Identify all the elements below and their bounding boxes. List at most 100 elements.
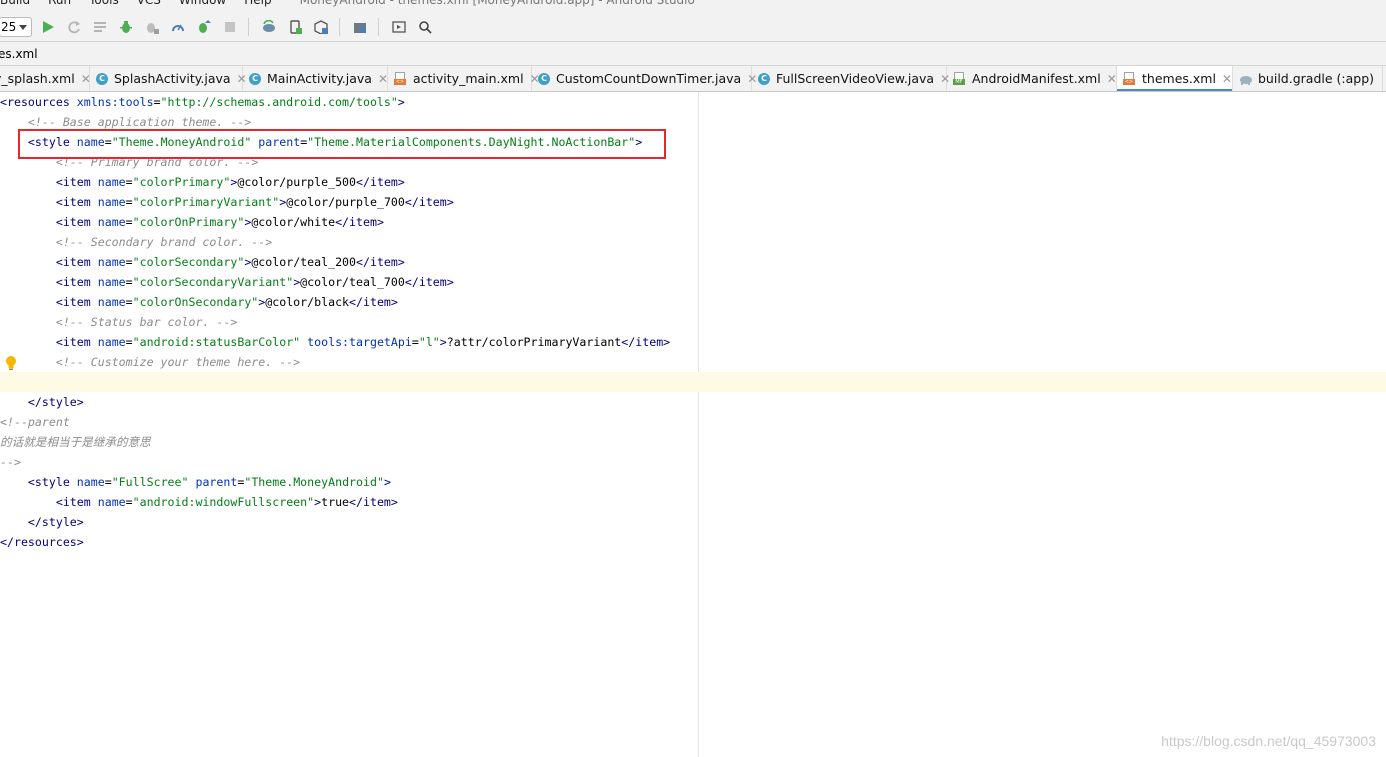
- code-line[interactable]: <!-- Primary brand color. -->: [0, 152, 1386, 172]
- code-line[interactable]: <item name="colorSecondary">@color/teal_…: [0, 252, 1386, 272]
- lightbulb-icon[interactable]: [5, 355, 17, 371]
- menu-item[interactable]: Build: [0, 0, 30, 7]
- code-token: =: [125, 295, 133, 309]
- sdk-manager-button[interactable]: [311, 17, 331, 37]
- run-with-coverage-button[interactable]: [194, 17, 214, 37]
- profile-button[interactable]: [168, 17, 188, 37]
- breadcrumb-file[interactable]: es.xml: [0, 47, 38, 61]
- code-line[interactable]: <!-- Secondary brand color. -->: [0, 232, 1386, 252]
- code-token: >: [439, 335, 447, 349]
- editor-tab[interactable]: y_splash.xml ✕: [0, 66, 91, 91]
- code-line[interactable]: <!-- Status bar color. -->: [0, 312, 1386, 332]
- terminal-button[interactable]: [389, 17, 409, 37]
- editor-tab-label: themes.xml: [1142, 71, 1216, 86]
- menu-item[interactable]: Help: [244, 0, 271, 7]
- code-token: @color/black: [265, 295, 350, 309]
- editor-tab[interactable]: C MainActivity.java ✕: [243, 66, 388, 91]
- code-line[interactable]: -->: [0, 452, 1386, 472]
- sync-gradle-button[interactable]: [259, 17, 279, 37]
- code-line[interactable]: 的话就是相当于是继承的意思: [0, 432, 1386, 452]
- code-token: </style>: [27, 515, 84, 529]
- code-editor[interactable]: <resources xmlns:tools="http://schemas.a…: [0, 92, 1386, 757]
- code-token: <item: [55, 215, 98, 229]
- code-line[interactable]: [0, 372, 1386, 392]
- project-structure-button[interactable]: [350, 17, 370, 37]
- debug-button[interactable]: [116, 17, 136, 37]
- apply-code-changes-button[interactable]: [90, 17, 110, 37]
- apply-changes-button[interactable]: [64, 17, 84, 37]
- code-line[interactable]: <item name="colorPrimary">@color/purple_…: [0, 172, 1386, 192]
- close-icon[interactable]: ✕: [1107, 72, 1117, 86]
- editor-tab[interactable]: MF AndroidManifest.xml ✕: [947, 66, 1117, 91]
- java-class-icon: C: [249, 72, 261, 85]
- code-line[interactable]: </style>: [0, 392, 1386, 412]
- code-token: <!-- Customize your theme here. -->: [55, 355, 301, 369]
- code-token: <item: [55, 495, 98, 509]
- stop-icon: [225, 21, 235, 32]
- menu-item[interactable]: VCS: [137, 0, 161, 7]
- gradle-elephant-icon: [1239, 72, 1252, 85]
- main-toolbar: 25: [0, 12, 1386, 42]
- code-token: "android:statusBarColor": [132, 335, 301, 349]
- search-button[interactable]: [415, 17, 435, 37]
- code-token: xmlns:tools: [76, 95, 154, 109]
- code-line[interactable]: <item name="colorSecondaryVariant">@colo…: [0, 272, 1386, 292]
- editor-tab[interactable]: C SplashActivity.java ✕: [90, 66, 247, 91]
- menu-item[interactable]: Tools: [89, 0, 119, 7]
- editor-tab[interactable]: build.gradle (:app): [1233, 66, 1383, 91]
- code-token: =: [411, 335, 419, 349]
- code-line[interactable]: </resources>: [0, 532, 1386, 552]
- code-token: =: [125, 275, 133, 289]
- code-line[interactable]: <item name="android:statusBarColor" tool…: [0, 332, 1386, 352]
- avd-manager-button[interactable]: [285, 17, 305, 37]
- editor-tab-label: y_splash.xml: [0, 71, 75, 86]
- code-line[interactable]: <!--parent: [0, 412, 1386, 432]
- code-token: "colorSecondary": [132, 255, 245, 269]
- stop-button[interactable]: [220, 17, 240, 37]
- search-icon: [419, 20, 432, 34]
- menu-items: Build Run Tools VCS Window Help MoneyAndroid -…: [0, 0, 713, 7]
- editor-tab[interactable]: C CustomCountDownTimer.java ✕: [532, 66, 757, 91]
- device-selector-value: 25: [1, 19, 17, 34]
- code-token: ?attr/colorPrimaryVariant: [446, 335, 622, 349]
- close-icon[interactable]: ✕: [1222, 72, 1232, 86]
- code-line[interactable]: <!-- Base application theme. -->: [0, 112, 1386, 132]
- menu-item[interactable]: Run: [48, 0, 71, 7]
- editor-tab[interactable]: <> activity_main.xml ✕: [388, 66, 540, 91]
- java-class-icon: C: [758, 72, 770, 85]
- code-token: name: [76, 135, 105, 149]
- code-token: @color/teal_200: [251, 255, 357, 269]
- code-token: @color/purple_700: [286, 195, 405, 209]
- code-token: =: [125, 495, 133, 509]
- code-token: "colorPrimary": [132, 175, 231, 189]
- code-token: <style: [27, 135, 77, 149]
- close-icon[interactable]: ✕: [378, 72, 388, 86]
- code-token: </item>: [356, 255, 405, 269]
- editor-tab[interactable]: C FullScreenVideoView.java ✕: [752, 66, 950, 91]
- menu-item[interactable]: Window: [179, 0, 226, 7]
- code-token: @color/teal_700: [300, 275, 405, 289]
- code-token: "Theme.MaterialComponents.DayNight.NoAct…: [307, 135, 636, 149]
- code-line[interactable]: <style name="Theme.MoneyAndroid" parent=…: [0, 132, 1386, 152]
- attach-debugger-button[interactable]: [142, 17, 162, 37]
- code-line[interactable]: <item name="android:windowFullscreen">tr…: [0, 492, 1386, 512]
- code-line[interactable]: <item name="colorPrimaryVariant">@color/…: [0, 192, 1386, 212]
- code-line[interactable]: </style>: [0, 512, 1386, 532]
- editor-tab[interactable]: <> themes.xml ✕: [1117, 66, 1233, 91]
- code-line[interactable]: <item name="colorOnSecondary">@color/bla…: [0, 292, 1386, 312]
- run-button[interactable]: [38, 17, 58, 37]
- code-line[interactable]: <!-- Customize your theme here. -->: [0, 352, 1386, 372]
- code-line[interactable]: <item name="colorOnPrimary">@color/white…: [0, 212, 1386, 232]
- code-token: >: [635, 135, 643, 149]
- device-selector[interactable]: 25: [0, 16, 32, 37]
- editor-tab-label: activity_main.xml: [413, 71, 524, 86]
- code-line[interactable]: <style name="FullScree" parent="Theme.Mo…: [0, 472, 1386, 492]
- code-line[interactable]: <resources xmlns:tools="http://schemas.a…: [0, 92, 1386, 112]
- code-token: "android:windowFullscreen": [132, 495, 315, 509]
- code-token: >: [397, 95, 405, 109]
- code-token: </resources>: [0, 535, 84, 549]
- code-token: tools:targetApi: [307, 335, 412, 349]
